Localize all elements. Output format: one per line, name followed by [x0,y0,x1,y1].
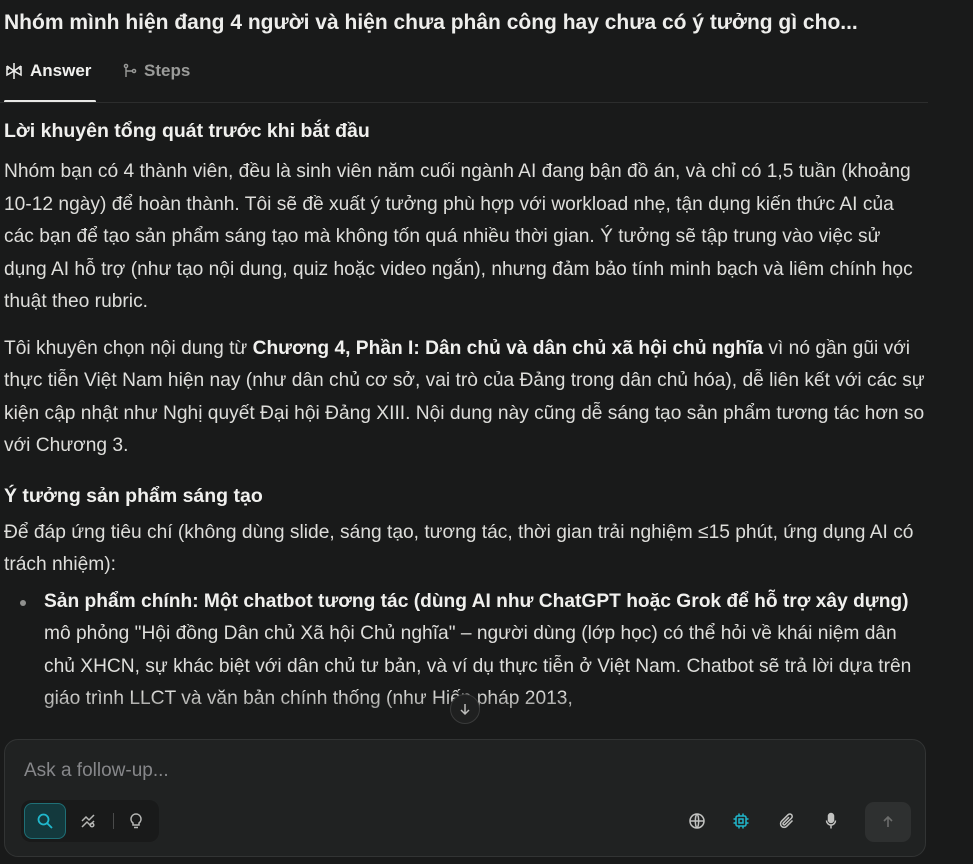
source-globe-button[interactable] [681,805,713,837]
labs-mode-button[interactable] [115,803,157,839]
logo-icon [4,61,24,81]
submit-button[interactable] [865,802,911,842]
research-mode-button[interactable] [67,803,109,839]
steps-icon [122,63,138,79]
mode-selector [21,800,159,842]
paragraph: Nhóm bạn có 4 thành viên, đều là sinh vi… [4,161,913,312]
chip-icon [732,812,750,830]
tab-answer-label: Answer [30,61,92,80]
model-chip-button[interactable] [725,805,757,837]
attach-button[interactable] [771,805,803,837]
answer-content: Lời khuyên tổng quát trước khi bắt đầu N… [4,114,928,736]
arrow-down-icon [458,702,472,716]
follow-up-input[interactable] [22,756,886,786]
search-mode-button[interactable] [24,803,66,839]
list-item-bold-text: Sản phẩm chính: Một chatbot tương tác (d… [44,590,909,612]
section-heading: Ý tưởng sản phẩm sáng tạo [4,484,263,507]
microphone-icon [822,812,840,830]
paragraph-text: Tôi khuyên chọn nội dung từ [4,337,253,359]
lightbulb-icon [127,812,145,830]
mode-separator [113,813,114,829]
scroll-to-bottom-button[interactable] [450,694,480,724]
arrow-up-icon [880,814,896,830]
paragraph: Tôi khuyên chọn nội dung từ Chương 4, Ph… [4,333,928,463]
tabs-divider [0,102,928,103]
dictation-button[interactable] [815,805,847,837]
list-item: Sản phẩm chính: Một chatbot tương tác (d… [20,586,928,716]
globe-icon [688,812,706,830]
thread-page: Nhóm mình hiện đang 4 người và hiện chưa… [0,0,973,864]
list-item-text: mô phỏng "Hội đồng Dân chủ Xã hội Chủ ng… [44,623,912,709]
section-heading: Lời khuyên tổng quát trước khi bắt đầu [4,120,370,142]
answer-tabs: Answer Steps [0,52,928,104]
paragraph: Để đáp ứng tiêu chí (không dùng slide, s… [4,521,914,576]
research-icon [79,812,97,830]
search-icon [36,812,54,830]
paperclip-icon [778,812,796,830]
paragraph-bold-text: Chương 4, Phần I: Dân chủ và dân chủ xã … [252,337,764,359]
tab-answer[interactable]: Answer [4,58,91,84]
tab-steps-label: Steps [144,61,191,80]
thread-title: Nhóm mình hiện đang 4 người và hiện chưa… [4,11,858,34]
tab-steps[interactable]: Steps [122,58,190,84]
follow-up-composer [4,739,926,857]
